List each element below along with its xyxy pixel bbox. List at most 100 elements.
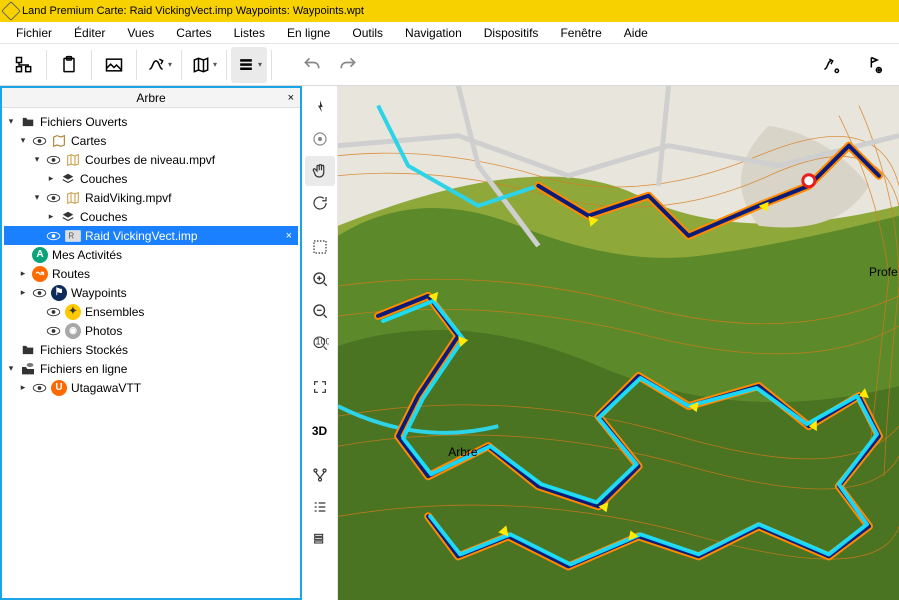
tree-ensembles[interactable]: ✦ Ensembles	[4, 302, 298, 321]
activities-icon: A	[32, 247, 48, 263]
menubar: Fichier Éditer Vues Cartes Listes En lig…	[0, 22, 899, 44]
tree-stored[interactable]: Fichiers Stockés	[4, 340, 298, 359]
tree-courbes[interactable]: ▾ Courbes de niveau.mpvf	[4, 150, 298, 169]
list-button[interactable]	[231, 47, 267, 83]
twisty-icon[interactable]: ▾	[18, 135, 28, 146]
app-icon	[1, 1, 21, 21]
rotate-button[interactable]	[305, 188, 335, 218]
3d-button[interactable]: 3D	[305, 416, 335, 446]
waypoints-tool-icon	[311, 466, 329, 484]
tree-label: Raid VickingVect.imp	[85, 229, 198, 243]
twisty-icon[interactable]: ▾	[6, 116, 16, 127]
menu-fichier[interactable]: Fichier	[16, 26, 52, 40]
tree-waypoints[interactable]: ▸ ⚑ Waypoints	[4, 283, 298, 302]
tree-couches-1[interactable]: ▸ Couches	[4, 169, 298, 188]
tree-label: Fichiers en ligne	[40, 362, 127, 376]
route-button[interactable]	[141, 47, 177, 83]
hand-icon	[311, 162, 329, 180]
tree-open-files[interactable]: ▾ Fichiers Ouverts	[4, 112, 298, 131]
tree-online[interactable]: ▾ Fichiers en ligne	[4, 359, 298, 378]
twisty-icon[interactable]: ▾	[6, 363, 16, 374]
zoomin-button[interactable]	[305, 264, 335, 294]
toolbar	[0, 44, 899, 86]
zoomin-icon	[311, 270, 329, 288]
tree-button[interactable]	[6, 47, 42, 83]
layers-tool[interactable]	[305, 524, 335, 554]
menu-dispositifs[interactable]: Dispositifs	[484, 26, 539, 40]
undo-icon	[302, 55, 322, 75]
wpt-tool-button[interactable]	[855, 47, 891, 83]
fullscreen-button[interactable]	[305, 372, 335, 402]
track-tool-icon	[821, 55, 841, 75]
close-item-icon[interactable]: ×	[286, 230, 292, 242]
menu-cartes[interactable]: Cartes	[176, 26, 211, 40]
tree-photos[interactable]: ◉ Photos	[4, 321, 298, 340]
map-canvas[interactable]: Arbre Profe	[338, 86, 899, 600]
tree-routes[interactable]: ▸ ↝ Routes	[4, 264, 298, 283]
tree-label: Courbes de niveau.mpvf	[85, 153, 215, 167]
twisty-icon[interactable]: ▸	[18, 287, 28, 298]
zoomout-button[interactable]	[305, 296, 335, 326]
tree-label: Mes Activités	[52, 248, 122, 262]
menu-enligne[interactable]: En ligne	[287, 26, 330, 40]
center-button[interactable]	[305, 124, 335, 154]
tree-label: Photos	[85, 324, 122, 338]
list-tool[interactable]	[305, 492, 335, 522]
tree-label: Routes	[52, 267, 90, 281]
sidebar-close-button[interactable]: ×	[288, 92, 294, 104]
twisty-icon[interactable]: ▸	[18, 382, 28, 393]
tree-label: Waypoints	[71, 286, 127, 300]
eye-icon[interactable]	[46, 192, 61, 204]
track-tool-button[interactable]	[813, 47, 849, 83]
twisty-icon[interactable]: ▸	[46, 211, 56, 222]
routes-icon: ↝	[32, 266, 48, 282]
layers-icon	[60, 171, 76, 187]
svg-text:100: 100	[315, 337, 329, 347]
twisty-icon[interactable]: ▸	[46, 173, 56, 184]
zoom100-button[interactable]: 100	[305, 328, 335, 358]
tree-label: Fichiers Ouverts	[40, 115, 127, 129]
tree-raidvect[interactable]: R Raid VickingVect.imp ×	[4, 226, 298, 245]
tree-couches-2[interactable]: ▸ Couches	[4, 207, 298, 226]
menu-outils[interactable]: Outils	[352, 26, 383, 40]
twisty-icon[interactable]: ▸	[18, 268, 28, 279]
menu-listes[interactable]: Listes	[234, 26, 265, 40]
window-title: Land Premium Carte: Raid VickingVect.imp…	[22, 5, 364, 17]
cursor-button[interactable]	[305, 92, 335, 122]
eye-icon[interactable]	[46, 230, 61, 242]
tree-utagawa[interactable]: ▸ U UtagawaVTT	[4, 378, 298, 397]
image-button[interactable]	[96, 47, 132, 83]
tree-raidviking[interactable]: ▾ RaidViking.mpvf	[4, 188, 298, 207]
map-button[interactable]	[186, 47, 222, 83]
main: Arbre × ▾ Fichiers Ouverts ▾ Cartes ▾ Co…	[0, 86, 899, 600]
tree-cartes[interactable]: ▾ Cartes	[4, 131, 298, 150]
redo-button[interactable]	[330, 47, 366, 83]
clipboard-button[interactable]	[51, 47, 87, 83]
pan-button[interactable]	[305, 156, 335, 186]
eye-icon[interactable]	[32, 382, 47, 394]
eye-icon[interactable]	[32, 135, 47, 147]
folder-icon	[20, 342, 36, 358]
select-icon	[311, 238, 329, 256]
eye-icon[interactable]	[46, 325, 61, 337]
menu-aide[interactable]: Aide	[624, 26, 648, 40]
twisty-icon[interactable]: ▾	[32, 192, 42, 203]
twisty-icon[interactable]: ▾	[32, 154, 42, 165]
menu-fenetre[interactable]: Fenêtre	[560, 26, 601, 40]
menu-editer[interactable]: Éditer	[74, 26, 105, 40]
undo-button[interactable]	[294, 47, 330, 83]
tree: ▾ Fichiers Ouverts ▾ Cartes ▾ Courbes de…	[2, 108, 300, 598]
eye-icon[interactable]	[46, 154, 61, 166]
tree-activites[interactable]: A Mes Activités	[4, 245, 298, 264]
rotate-icon	[311, 194, 329, 212]
waypoints-tool[interactable]	[305, 460, 335, 490]
menu-navigation[interactable]: Navigation	[405, 26, 462, 40]
cloud-folder-icon	[20, 361, 36, 377]
menu-vues[interactable]: Vues	[127, 26, 154, 40]
eye-icon[interactable]	[32, 287, 47, 299]
photos-icon: ◉	[65, 323, 81, 339]
separator	[136, 50, 137, 80]
eye-icon[interactable]	[46, 306, 61, 318]
raster-map-icon: R	[65, 228, 81, 244]
select-button[interactable]	[305, 232, 335, 262]
